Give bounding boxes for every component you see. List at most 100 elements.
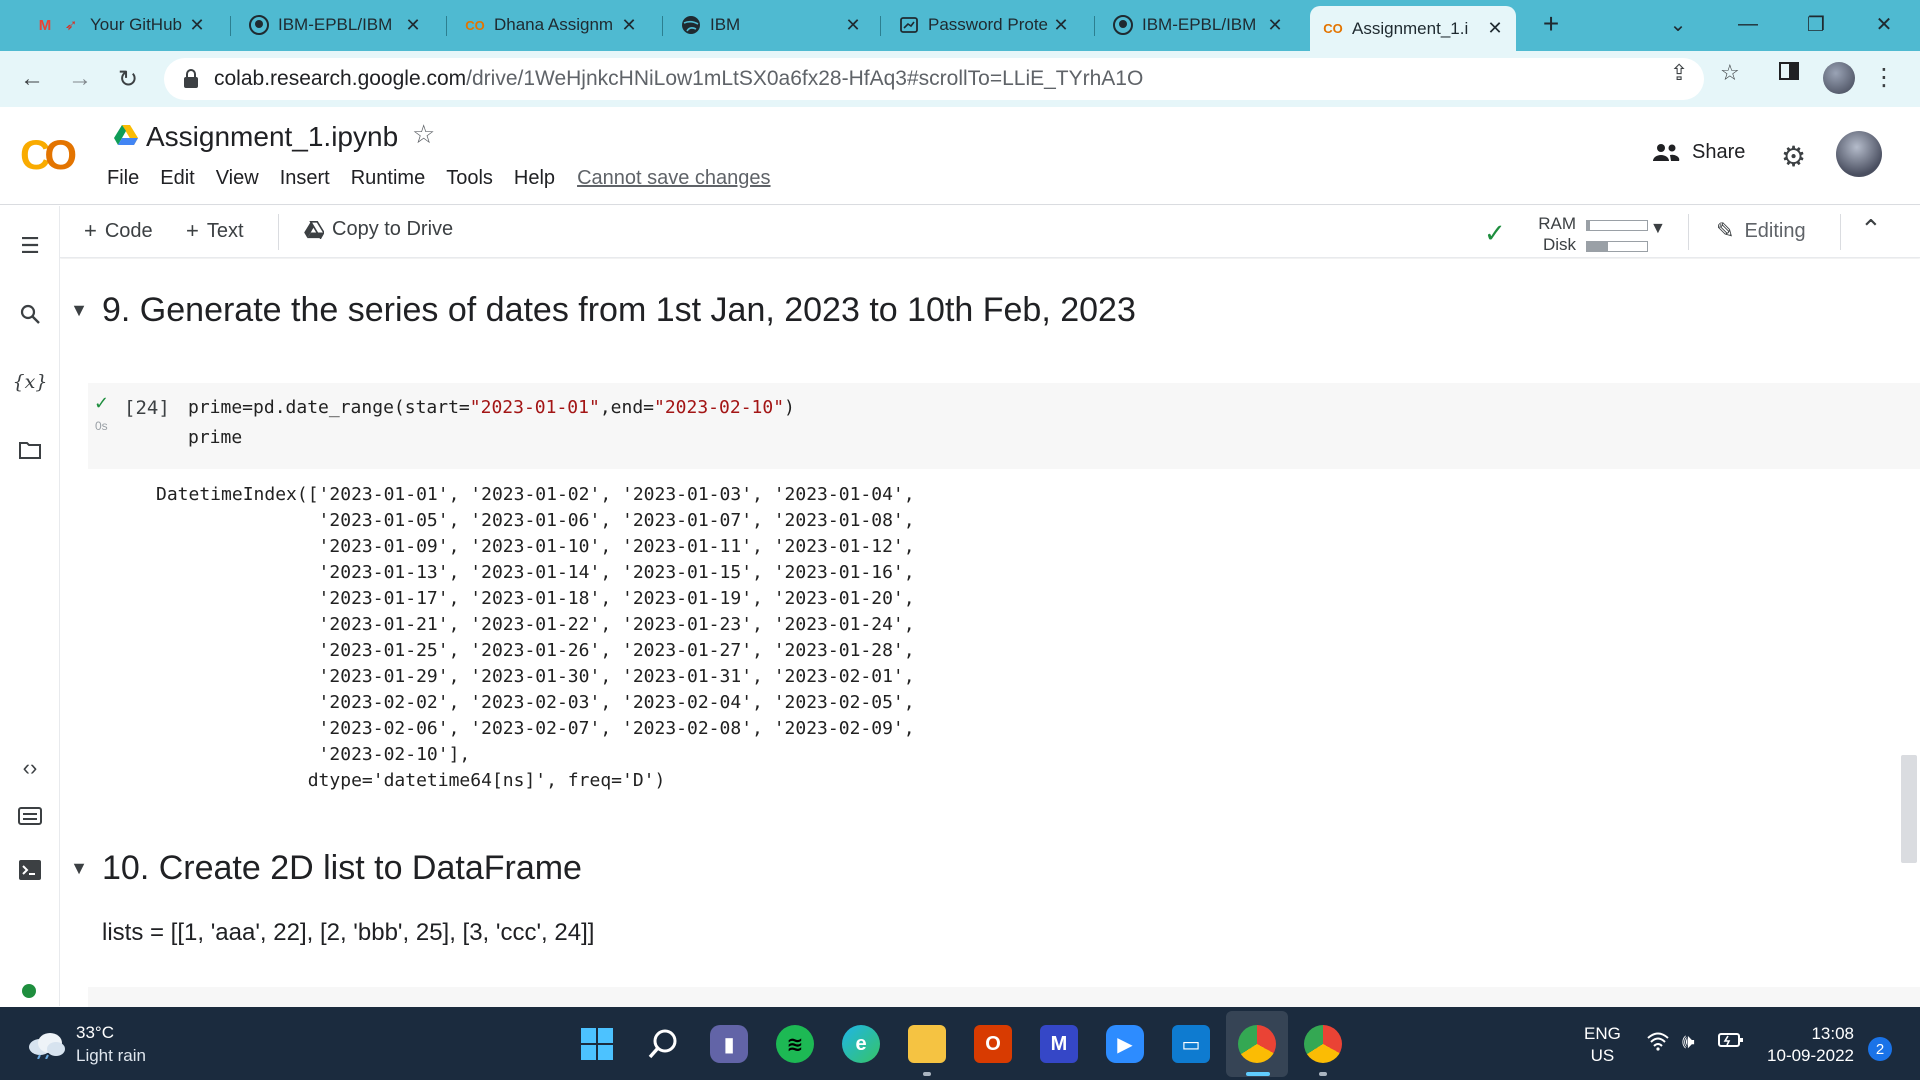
collapse-caret-icon[interactable]: ▼ <box>64 300 94 321</box>
notebook-title[interactable]: Assignment_1.ipynb <box>146 121 398 153</box>
battery-icon[interactable] <box>1718 1031 1744 1055</box>
code-cell[interactable] <box>88 987 1920 1007</box>
star-icon[interactable]: ☆ <box>412 119 435 150</box>
weather-widget[interactable]: 33°C Light rain <box>26 1021 146 1067</box>
editing-mode-button[interactable]: ✎ Editing <box>1716 218 1806 244</box>
browser-tab-strip: M ➶ Your GitHub ✕ IBM-EPBL/IBM ✕ CO Dhan… <box>0 0 1920 51</box>
restore-button[interactable]: ❐ <box>1786 6 1846 42</box>
browser-tab[interactable]: IBM-EPBL/IBM ✕ <box>236 6 434 44</box>
spotify-icon[interactable]: ≋ <box>776 1025 814 1063</box>
chrome-icon[interactable] <box>1238 1025 1276 1063</box>
menu-runtime[interactable]: Runtime <box>351 167 425 190</box>
disk-label: Disk <box>1542 235 1576 254</box>
ram-bar-fill <box>1587 221 1590 230</box>
colab-logo[interactable]: CO <box>20 131 77 179</box>
volume-icon[interactable]: 🕪 <box>1682 1031 1695 1054</box>
browser-tab[interactable]: Password Prote ✕ <box>886 6 1082 44</box>
left-sidebar: ☰ {x} ‹› <box>0 206 60 1006</box>
menu-view[interactable]: View <box>216 167 259 190</box>
tab-title: Password Prote <box>928 15 1048 34</box>
system-clock[interactable]: 13:08 10-09-2022 <box>1762 1023 1854 1067</box>
colab-icon: CO <box>465 17 485 33</box>
add-code-button[interactable]: + Code <box>84 218 153 244</box>
copy-to-drive-label: Copy to Drive <box>332 218 454 240</box>
code-line[interactable]: prime=pd.date_range(start="2023-01-01",e… <box>188 397 795 418</box>
menu-tools[interactable]: Tools <box>446 167 493 190</box>
output-line: '2023-01-29', '2023-01-30', '2023-01-31'… <box>156 666 915 687</box>
browser-tab[interactable]: CO Dhana Assignm ✕ <box>452 6 650 44</box>
section-title: 9. Generate the series of dates from 1st… <box>102 291 1136 329</box>
resources-indicator[interactable]: RAM Disk <box>1516 212 1648 254</box>
teams-chat-icon[interactable]: ▮ <box>710 1025 748 1063</box>
add-text-button[interactable]: + Text <box>186 218 244 244</box>
reload-button[interactable]: ↻ <box>110 61 146 97</box>
zoom-icon[interactable]: ▶ <box>1106 1025 1144 1063</box>
collapse-caret-icon[interactable]: ▼ <box>64 858 94 879</box>
tab-search-icon[interactable]: ⌄ <box>1648 6 1708 42</box>
chrome-icon[interactable] <box>1304 1025 1342 1063</box>
avatar[interactable] <box>1836 131 1882 177</box>
code-snippets-icon[interactable]: ‹› <box>14 752 46 784</box>
search-icon[interactable] <box>14 298 46 330</box>
close-icon[interactable]: ✕ <box>842 14 864 36</box>
remote-desktop-icon[interactable]: ▭ <box>1172 1025 1210 1063</box>
menu-file[interactable]: File <box>107 167 139 190</box>
section-heading-9[interactable]: ▼ 9. Generate the series of dates from 1… <box>60 291 1136 330</box>
collapse-header-icon[interactable]: ⌃ <box>1860 214 1882 245</box>
math-app-icon[interactable]: M <box>1040 1025 1078 1063</box>
back-button[interactable]: ← <box>14 61 50 97</box>
menu-edit[interactable]: Edit <box>160 167 194 190</box>
avatar[interactable] <box>1823 62 1855 94</box>
browser-tab[interactable]: IBM-EPBL/IBM ✕ <box>1100 6 1296 44</box>
side-panel-icon[interactable] <box>1778 60 1800 88</box>
tab-title: IBM-EPBL/IBM <box>1142 15 1257 34</box>
wifi-icon[interactable] <box>1646 1031 1670 1057</box>
browser-tab[interactable]: M ➶ Your GitHub ✕ <box>22 6 218 44</box>
people-icon <box>1653 143 1680 161</box>
menu-help[interactable]: Help <box>514 167 555 190</box>
scrollbar-thumb[interactable] <box>1901 755 1917 863</box>
forward-button[interactable]: → <box>62 61 98 97</box>
notification-badge[interactable]: 2 <box>1868 1037 1892 1061</box>
language-indicator[interactable]: ENG US <box>1584 1023 1621 1067</box>
code-string: "2023-02-10" <box>654 397 785 418</box>
resources-dropdown-icon[interactable]: ▼ <box>1650 220 1666 238</box>
cannot-save-link[interactable]: Cannot save changes <box>577 167 770 190</box>
table-of-contents-icon[interactable]: ☰ <box>14 230 46 262</box>
share-page-icon[interactable]: ⇪ <box>1670 60 1688 86</box>
file-explorer-icon[interactable] <box>908 1025 946 1063</box>
code-line[interactable]: prime <box>188 427 242 448</box>
markdown-text: lists = [[1, 'aaa', 22], [2, 'bbb', 25],… <box>102 919 595 946</box>
window-close-button[interactable]: ✕ <box>1854 6 1914 42</box>
cloud-rain-icon <box>29 1033 65 1059</box>
close-icon[interactable]: ✕ <box>1050 14 1072 36</box>
office-icon[interactable]: O <box>974 1025 1012 1063</box>
minimize-button[interactable]: — <box>1718 6 1778 42</box>
address-bar[interactable]: colab.research.google.com/drive/1WeHjnkc… <box>164 58 1704 100</box>
copy-to-drive-button[interactable]: Copy to Drive <box>304 218 453 241</box>
run-success-icon[interactable]: ✓ <box>94 393 109 414</box>
command-palette-icon[interactable] <box>14 800 46 832</box>
close-icon[interactable]: ✕ <box>186 14 208 36</box>
windows-start-icon[interactable] <box>578 1025 616 1063</box>
folder-icon[interactable] <box>14 434 46 466</box>
search-icon[interactable] <box>644 1025 682 1063</box>
tab-title: IBM-EPBL/IBM <box>278 15 393 34</box>
code-cell[interactable]: ✓ 0s [24] prime=pd.date_range(start="202… <box>88 383 1920 469</box>
menu-insert[interactable]: Insert <box>280 167 330 190</box>
close-icon[interactable]: ✕ <box>402 14 424 36</box>
variables-icon[interactable]: {x} <box>13 366 48 398</box>
share-button[interactable]: Share <box>1652 141 1745 164</box>
section-heading-10[interactable]: ▼ 10. Create 2D list to DataFrame <box>60 849 582 888</box>
browser-tab-active[interactable]: CO Assignment_1.i ✕ <box>1310 6 1516 51</box>
close-icon[interactable]: ✕ <box>618 14 640 36</box>
terminal-icon[interactable] <box>14 854 46 886</box>
close-icon[interactable]: ✕ <box>1484 18 1506 40</box>
new-tab-button[interactable]: + <box>1536 10 1566 40</box>
close-icon[interactable]: ✕ <box>1264 14 1286 36</box>
edge-icon[interactable]: e <box>842 1025 880 1063</box>
bookmark-star-icon[interactable]: ☆ <box>1720 60 1740 86</box>
browser-tab[interactable]: IBM ✕ <box>668 6 874 44</box>
more-vert-icon[interactable]: ⋮ <box>1872 63 1896 92</box>
gear-icon[interactable]: ⚙ <box>1781 140 1806 173</box>
